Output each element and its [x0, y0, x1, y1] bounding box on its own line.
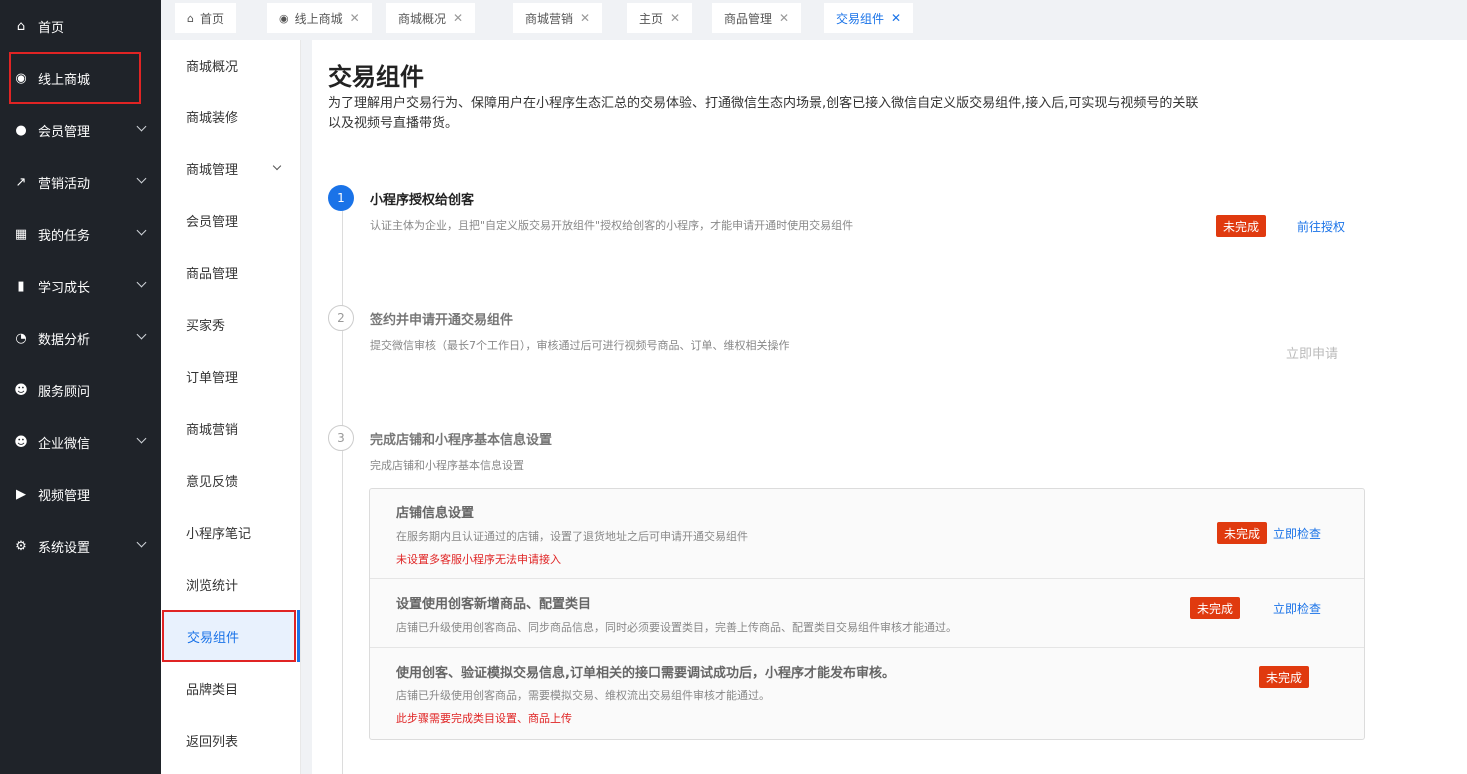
status-badge: 未完成 — [1217, 522, 1268, 544]
checklist-row: 设置使用创客新增商品、配置类目 店铺已升级使用创客商品、同步商品信息，同时必须要… — [370, 579, 1364, 648]
status-badge: 未完成 — [1190, 597, 1241, 619]
chevron-down-icon — [136, 329, 147, 340]
page-title: 交易组件 — [328, 63, 424, 91]
close-icon[interactable]: ✕ — [670, 11, 680, 25]
row-title: 使用创客、验证模拟交易信息,订单相关的接口需要调试成功后，小程序才能发布审核。 — [396, 666, 895, 681]
tab-overview[interactable]: 商城概况 ✕ — [386, 3, 476, 33]
submenu-item[interactable]: 品牌类目 — [161, 662, 300, 714]
chevron-down-icon — [136, 173, 147, 184]
submenu-item[interactable]: 意见反馈 — [161, 454, 300, 506]
tab-marketing[interactable]: 商城营销 ✕ — [513, 3, 603, 33]
tab-online-store[interactable]: ◉ 线上商城 ✕ — [267, 3, 372, 33]
tab-main[interactable]: 主页 ✕ — [627, 3, 693, 33]
step-description: 完成店铺和小程序基本信息设置 — [370, 459, 524, 472]
close-icon[interactable]: ✕ — [891, 11, 901, 25]
submenu-item[interactable]: 商城概况 — [161, 40, 300, 90]
row-description: 在服务期内且认证通过的店铺，设置了退货地址之后可申请开通交易组件 — [396, 530, 748, 543]
row-warning: 未设置多客服小程序无法申请接入 — [396, 553, 561, 566]
store-icon: ◉ — [15, 70, 27, 86]
tab-trade-component[interactable]: 交易组件 ✕ — [824, 3, 914, 33]
main-content: 交易组件 为了理解用户交易行为、保障用户在小程序生态汇总的交易体验、打通微信生态… — [312, 40, 1467, 774]
active-indicator — [297, 610, 300, 662]
page-description: 为了理解用户交易行为、保障用户在小程序生态汇总的交易体验、打通微信生态内场景,创… — [328, 96, 1199, 131]
sidebar-item-online-store[interactable]: ◉ 线上商城 — [9, 52, 141, 104]
chevron-down-icon — [136, 277, 147, 288]
step-title: 小程序授权给创客 — [370, 193, 475, 208]
close-icon[interactable]: ✕ — [350, 11, 360, 25]
chevron-down-icon — [136, 537, 147, 548]
submenu-item[interactable]: 商城营销 — [161, 402, 300, 454]
row-title: 店铺信息设置 — [396, 506, 475, 521]
sidebar-item-home[interactable]: ⌂ 首页 — [0, 0, 161, 52]
submenu-item[interactable]: 小程序笔记 — [161, 506, 300, 558]
check-link[interactable]: 立即检查 — [1273, 525, 1321, 542]
checklist-row: 店铺信息设置 在服务期内且认证通过的店铺，设置了退货地址之后可申请开通交易组件 … — [370, 489, 1364, 579]
submenu-item[interactable]: 商品管理 — [161, 246, 300, 298]
submenu-item[interactable]: 商城装修 — [161, 90, 300, 142]
sidebar-item-wecom[interactable]: ☻ 企业微信 — [0, 416, 161, 468]
step-description: 提交微信审核（最长7个工作日），审核通过后可进行视频号商品、订单、维权相关操作 — [370, 339, 790, 352]
people-icon: ☻ — [14, 382, 28, 398]
row-description: 店铺已升级使用创客商品、同步商品信息，同时必须要设置类目，完善上传商品、配置类目… — [396, 621, 957, 634]
status-badge: 未完成 — [1216, 215, 1267, 237]
user-icon: ● — [15, 122, 27, 138]
submenu-item-trade-component[interactable]: 交易组件 — [162, 610, 296, 662]
close-icon[interactable]: ✕ — [779, 11, 789, 25]
submenu-item[interactable]: 订单管理 — [161, 350, 300, 402]
chevron-down-icon — [136, 225, 147, 236]
chevron-down-icon — [136, 433, 147, 444]
status-badge: 未完成 — [1259, 666, 1310, 688]
row-warning: 此步骤需要完成类目设置、商品上传 — [396, 712, 572, 725]
chevron-down-icon — [136, 121, 147, 132]
check-link[interactable]: 立即检查 — [1273, 600, 1321, 617]
sidebar-item-analytics[interactable]: ◔ 数据分析 — [0, 312, 161, 364]
store-icon: ◉ — [279, 11, 289, 25]
video-icon: ▶ — [16, 486, 26, 502]
step-number-3: 3 — [328, 425, 354, 451]
close-icon[interactable]: ✕ — [453, 11, 463, 25]
grid-icon: ▦ — [14, 226, 28, 242]
pie-icon: ◔ — [15, 330, 27, 346]
gear-icon: ⚙ — [15, 538, 27, 554]
checklist-panel: 店铺信息设置 在服务期内且认证通过的店铺，设置了退货地址之后可申请开通交易组件 … — [369, 488, 1365, 740]
sidebar-item-settings[interactable]: ⚙ 系统设置 — [0, 520, 161, 572]
home-icon: ⌂ — [16, 18, 26, 34]
sidebar-item-advisor[interactable]: ☻ 服务顾问 — [0, 364, 161, 416]
home-icon: ⌂ — [187, 11, 194, 25]
step-number-2: 2 — [328, 305, 354, 331]
sidebar-item-marketing[interactable]: ↗ 营销活动 — [0, 156, 161, 208]
step-number-1: 1 — [328, 185, 354, 211]
row-description: 店铺已升级使用创客商品，需要模拟交易、维权流出交易组件审核才能通过。 — [396, 689, 770, 702]
tab-products[interactable]: 商品管理 ✕ — [712, 3, 802, 33]
row-title: 设置使用创客新增商品、配置类目 — [396, 597, 592, 612]
tab-bar: ⌂ 首页 ◉ 线上商城 ✕ 商城概况 ✕ 商城营销 ✕ 主页 ✕ 商品管理 ✕ 交易组件 ✕ — [161, 0, 1467, 40]
submenu-item[interactable]: 会员管理 — [161, 194, 300, 246]
trend-icon: ↗ — [15, 174, 27, 190]
sidebar-item-video[interactable]: ▶ 视频管理 — [0, 468, 161, 520]
authorize-link[interactable]: 前往授权 — [1297, 218, 1345, 235]
people-icon: ☻ — [14, 434, 28, 450]
close-icon[interactable]: ✕ — [580, 11, 590, 25]
primary-sidebar: ⌂ 首页 ◉ 线上商城 ● 会员管理 ↗ 营销活动 ▦ 我的任务 ▮ 学习成长 ◔ 数据分析 … — [0, 0, 161, 774]
sidebar-item-learning[interactable]: ▮ 学习成长 — [0, 260, 161, 312]
chevron-down-icon — [272, 161, 282, 171]
submenu-item-back[interactable]: 返回列表 — [161, 714, 300, 766]
book-icon: ▮ — [17, 278, 25, 294]
step-connector-line — [342, 205, 343, 774]
checklist-row: 使用创客、验证模拟交易信息,订单相关的接口需要调试成功后，小程序才能发布审核。 … — [370, 648, 1364, 739]
submenu-item-store-manage[interactable]: 商城管理 — [161, 142, 300, 194]
secondary-sidebar: 商城概况 商城装修 商城管理 会员管理 商品管理 买家秀 订单管理 商城营销 意… — [161, 40, 301, 774]
sidebar-item-tasks[interactable]: ▦ 我的任务 — [0, 208, 161, 260]
step-title: 签约并申请开通交易组件 — [370, 313, 514, 328]
apply-link[interactable]: 立即申请 — [1286, 343, 1338, 362]
submenu-item[interactable]: 浏览统计 — [161, 558, 300, 610]
submenu-item[interactable]: 买家秀 — [161, 298, 300, 350]
step-title: 完成店铺和小程序基本信息设置 — [370, 433, 553, 448]
tab-home[interactable]: ⌂ 首页 — [175, 3, 236, 33]
step-description: 认证主体为企业，且把"自定义版交易开放组件"授权给创客的小程序，才能申请开通时使… — [370, 219, 854, 232]
sidebar-item-members[interactable]: ● 会员管理 — [0, 104, 161, 156]
